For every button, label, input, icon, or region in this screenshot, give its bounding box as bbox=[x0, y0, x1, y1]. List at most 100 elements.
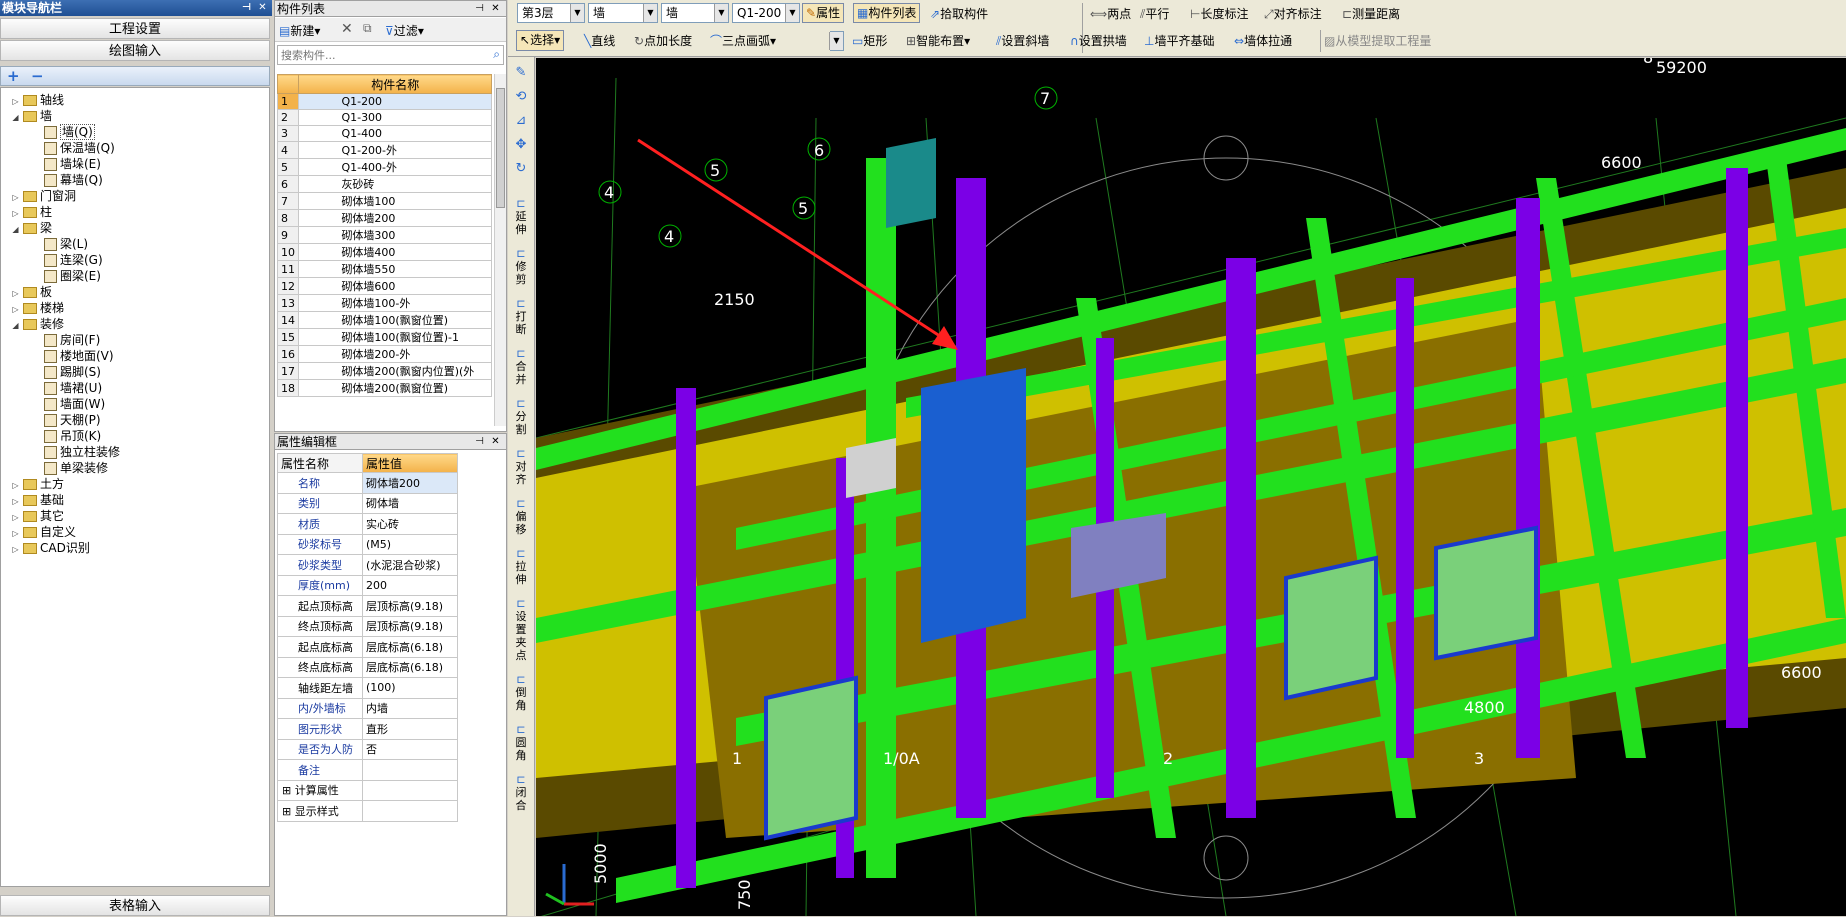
side-tool-button[interactable]: ⊏ 打断 bbox=[513, 297, 529, 336]
property-value[interactable]: 层顶标高(9.18) bbox=[362, 595, 458, 617]
side-tool-button[interactable]: ⊏ 设置夹点 bbox=[513, 597, 529, 662]
tree-folder[interactable]: ▷ 楼梯 bbox=[11, 300, 64, 316]
tree-item[interactable]: 圈梁(E) bbox=[41, 268, 101, 284]
side-tool-button[interactable]: ⊏ 闭合 bbox=[513, 773, 529, 812]
edit-tool-icon[interactable]: ✎ bbox=[512, 65, 530, 83]
parallel-button[interactable]: ⫽平行 bbox=[1140, 3, 1169, 25]
property-row[interactable]: 砂浆类型 (水泥混合砂浆) bbox=[277, 554, 458, 576]
tree-item[interactable]: 幕墙(Q) bbox=[41, 172, 103, 188]
close-icon[interactable]: ✕ bbox=[489, 435, 502, 448]
arc-dropdown[interactable]: ▼ bbox=[829, 31, 844, 51]
property-toggle-button[interactable]: ✎属性 bbox=[802, 3, 845, 23]
component-name-cell[interactable]: Q1-200-外 bbox=[298, 141, 492, 159]
property-value[interactable]: 内墙 bbox=[362, 697, 458, 719]
property-value[interactable]: 200 bbox=[362, 574, 458, 596]
component-name-cell[interactable]: 砌体墙300 bbox=[298, 226, 492, 244]
component-name-cell[interactable]: 砌体墙200(飘窗内位置)(外 bbox=[298, 362, 492, 380]
property-value[interactable]: 层底标高(6.18) bbox=[362, 656, 458, 678]
property-row[interactable]: 材质 实心砖 bbox=[277, 513, 458, 535]
property-value[interactable]: (水泥混合砂浆) bbox=[362, 554, 458, 576]
tree-item[interactable]: 梁(L) bbox=[41, 236, 88, 252]
component-row[interactable]: 1 Q1-200 bbox=[277, 93, 492, 110]
component-row[interactable]: 11 砌体墙550 bbox=[277, 260, 492, 278]
collapse-all-icon[interactable]: − bbox=[31, 67, 44, 85]
edit-tool-icon[interactable]: ✥ bbox=[512, 137, 530, 155]
edit-tool-icon[interactable]: ⟲ bbox=[512, 89, 530, 107]
tree-folder[interactable]: ◢ 装修 bbox=[11, 316, 64, 332]
property-row[interactable]: 起点顶标高 层顶标高(9.18) bbox=[277, 595, 458, 617]
property-value[interactable] bbox=[362, 779, 458, 801]
two-point-button[interactable]: ⟺两点 bbox=[1090, 3, 1131, 25]
wall-flush-foundation-button[interactable]: ⊥墙平齐基础 bbox=[1144, 30, 1214, 52]
component-name-cell[interactable]: 砌体墙100(飘窗位置)-1 bbox=[298, 328, 492, 346]
tree-item[interactable]: 单梁装修 bbox=[41, 460, 108, 476]
property-value[interactable]: (100) bbox=[362, 677, 458, 699]
align-dim-button[interactable]: ⤢对齐标注 bbox=[1264, 3, 1322, 25]
type-select[interactable]: 墙 ▼ bbox=[661, 3, 729, 23]
tree-item[interactable]: 楼地面(V) bbox=[41, 348, 114, 364]
tree-folder[interactable]: ▷ 板 bbox=[11, 284, 52, 300]
measure-distance-button[interactable]: ⊏测量距离 bbox=[1342, 3, 1400, 25]
side-tool-button[interactable]: ⊏ 分割 bbox=[513, 397, 529, 436]
tree-item[interactable]: 墙垛(E) bbox=[41, 156, 101, 172]
component-row[interactable]: 16 砌体墙200-外 bbox=[277, 345, 492, 363]
wall-stretch-button[interactable]: ⇔墙体拉通 bbox=[1234, 30, 1292, 52]
length-dim-button[interactable]: ⊢长度标注 bbox=[1190, 3, 1248, 25]
side-tool-button[interactable]: ⊏ 倒角 bbox=[513, 673, 529, 712]
component-name-cell[interactable]: 砌体墙200-外 bbox=[298, 345, 492, 363]
component-name-cell[interactable]: Q1-400-外 bbox=[298, 158, 492, 176]
side-tool-button[interactable]: ⊏ 修剪 bbox=[513, 247, 529, 286]
pin-icon[interactable]: ⊣ bbox=[240, 1, 253, 14]
tree-item[interactable]: 墙裙(U) bbox=[41, 380, 102, 396]
property-value[interactable]: 直形 bbox=[362, 718, 458, 740]
pick-component-button[interactable]: ⇗拾取构件 bbox=[930, 3, 988, 25]
copy-icon[interactable]: ⧉ bbox=[363, 21, 372, 36]
component-select[interactable]: Q1-200 ▼ bbox=[732, 3, 800, 23]
component-row[interactable]: 7 砌体墙100 bbox=[277, 192, 492, 210]
component-row[interactable]: 3 Q1-400 bbox=[277, 125, 492, 142]
property-row[interactable]: 备注 bbox=[277, 759, 458, 781]
filter-button[interactable]: ⊽过滤▾ bbox=[385, 22, 424, 39]
pin-icon[interactable]: ⊣ bbox=[473, 435, 486, 448]
component-row[interactable]: 12 砌体墙600 bbox=[277, 277, 492, 295]
tree-item[interactable]: 连梁(G) bbox=[41, 252, 103, 268]
building-model[interactable] bbox=[536, 128, 1846, 903]
property-row[interactable]: 内/外墙标 内墙 bbox=[277, 697, 458, 719]
expand-toggle-icon[interactable]: ◢ bbox=[11, 318, 20, 334]
component-row[interactable]: 5 Q1-400-外 bbox=[277, 158, 492, 176]
component-name-cell[interactable]: 砌体墙100(飘窗位置) bbox=[298, 311, 492, 329]
side-tool-button[interactable]: ⊏ 对齐 bbox=[513, 447, 529, 486]
arc-button[interactable]: ⌒三点画弧▾ bbox=[710, 30, 838, 52]
floor-select[interactable]: 第3层 ▼ bbox=[517, 3, 585, 23]
side-tool-button[interactable]: ⊏ 拉伸 bbox=[513, 547, 529, 586]
component-name-cell[interactable]: 砌体墙550 bbox=[298, 260, 492, 278]
component-name-cell[interactable]: 砌体墙100-外 bbox=[298, 294, 492, 312]
component-row[interactable]: 9 砌体墙300 bbox=[277, 226, 492, 244]
property-row[interactable]: ⊞ 计算属性 bbox=[277, 779, 458, 801]
property-row[interactable]: 轴线距左墙 (100) bbox=[277, 677, 458, 699]
component-list-toggle-button[interactable]: ▦构件列表 bbox=[853, 3, 921, 23]
property-row[interactable]: ⊞ 显示样式 bbox=[277, 800, 458, 822]
expand-toggle-icon[interactable]: ▷ bbox=[11, 542, 20, 558]
component-name-cell[interactable]: Q1-200 bbox=[298, 93, 492, 110]
tree-item[interactable]: 墙面(W) bbox=[41, 396, 105, 412]
selected-wall[interactable] bbox=[921, 368, 1026, 643]
component-row[interactable]: 4 Q1-200-外 bbox=[277, 141, 492, 159]
tree-item[interactable]: 独立柱装修 bbox=[41, 444, 120, 460]
tree-item[interactable]: 吊顶(K) bbox=[41, 428, 101, 444]
property-value[interactable] bbox=[362, 800, 458, 822]
property-value[interactable]: 砌体墙200 bbox=[362, 472, 458, 494]
property-value[interactable]: 否 bbox=[362, 738, 458, 760]
property-row[interactable]: 图元形状 直形 bbox=[277, 718, 458, 740]
expand-toggle-icon[interactable]: ◢ bbox=[11, 110, 20, 126]
tree-item[interactable]: 墙(Q) bbox=[41, 124, 95, 140]
close-icon[interactable]: ✕ bbox=[256, 1, 269, 14]
property-value[interactable]: 砌体墙 bbox=[362, 492, 458, 514]
category-select[interactable]: 墙 ▼ bbox=[588, 3, 658, 23]
tree-folder[interactable]: ▷ 土方 bbox=[11, 476, 64, 492]
search-icon[interactable]: ⌕ bbox=[493, 47, 500, 62]
tree-folder[interactable]: ◢ 墙 bbox=[11, 108, 52, 124]
property-row[interactable]: 终点底标高 层底标高(6.18) bbox=[277, 656, 458, 678]
component-name-cell[interactable]: Q1-400 bbox=[298, 125, 492, 142]
tree-folder[interactable]: ◢ 梁 bbox=[11, 220, 52, 236]
